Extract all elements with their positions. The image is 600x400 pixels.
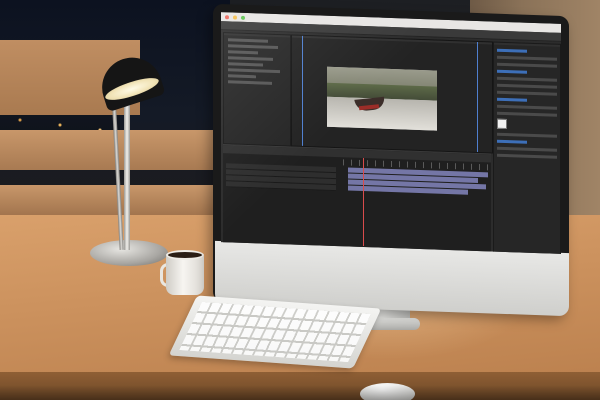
property-row[interactable] [497, 62, 557, 68]
effects-panel-tab[interactable] [224, 33, 290, 38]
minimize-dot-icon[interactable] [233, 14, 237, 20]
keyboard [168, 295, 382, 369]
property-row[interactable] [497, 76, 557, 82]
coffee-mug [166, 255, 204, 295]
property-row[interactable] [228, 62, 263, 67]
properties-panel[interactable] [493, 41, 561, 254]
property-row[interactable] [228, 74, 256, 79]
property-row[interactable] [228, 80, 272, 85]
property-row[interactable] [497, 111, 557, 117]
property-row[interactable] [497, 97, 527, 102]
timeline-panel[interactable] [223, 144, 491, 253]
mug-coffee-surface [166, 250, 204, 260]
property-row[interactable] [497, 48, 527, 53]
effects-panel[interactable] [223, 32, 291, 147]
property-row[interactable] [497, 146, 557, 152]
property-row[interactable] [497, 90, 557, 96]
composition-panel[interactable] [291, 34, 493, 154]
bottom-shadow [0, 385, 600, 400]
property-row[interactable] [497, 139, 527, 144]
zoom-dot-icon[interactable] [241, 15, 245, 20]
guide-line[interactable] [477, 42, 478, 153]
property-row[interactable] [497, 55, 557, 61]
properties-panel-tab[interactable] [494, 42, 560, 47]
property-row[interactable] [497, 69, 527, 74]
property-row[interactable] [228, 50, 258, 55]
composition-canvas[interactable] [327, 66, 437, 131]
color-swatch[interactable] [497, 118, 507, 130]
property-row[interactable] [228, 68, 280, 74]
keyboard-key-rows [179, 301, 371, 363]
property-row[interactable] [228, 56, 273, 61]
desk-scene [0, 0, 600, 400]
property-row[interactable] [497, 132, 557, 138]
property-row[interactable] [497, 104, 557, 110]
lamp-arm [124, 100, 130, 250]
property-row[interactable] [228, 38, 268, 43]
property-row[interactable] [497, 153, 557, 159]
guide-line[interactable] [302, 35, 303, 146]
monitor-screen [221, 12, 561, 254]
wood-partition-middle [0, 130, 215, 170]
property-row[interactable] [228, 44, 278, 50]
close-dot-icon[interactable] [225, 14, 229, 19]
timeline-playhead[interactable] [363, 158, 364, 247]
property-row[interactable] [497, 83, 557, 89]
